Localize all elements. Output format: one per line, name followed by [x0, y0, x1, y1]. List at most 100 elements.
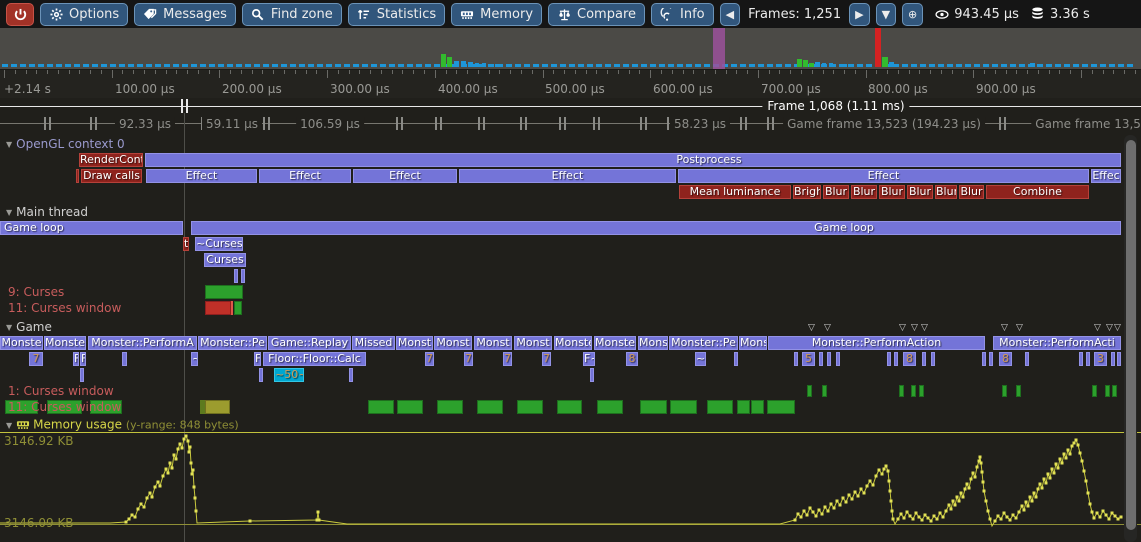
section-header-memory[interactable]: ▼Memory usage (y-range: 848 bytes) — [6, 417, 239, 431]
zone-bar[interactable]: Blur — [823, 185, 849, 199]
zone-bar[interactable]: 7 — [29, 352, 43, 366]
subframe-ruler[interactable]: 92.33 µs59.11 µs106.59 µs58.23 µsGame fr… — [0, 114, 1141, 134]
zone-bar[interactable] — [122, 352, 127, 366]
zone-bar[interactable]: Game::Replay — [268, 336, 351, 350]
statistics-button[interactable]: Statistics — [348, 3, 445, 26]
message-marker-icon[interactable]: ▽ — [1094, 324, 1101, 333]
zone-bar[interactable]: Monster::Pe — [198, 336, 267, 350]
zone-bar[interactable]: Effect — [459, 169, 676, 183]
zone-bar[interactable]: ~ — [191, 352, 198, 366]
zone-bar[interactable]: Blur — [879, 185, 905, 199]
prev-frame-button[interactable]: ◀ — [720, 3, 740, 26]
zone-bar[interactable]: F — [73, 352, 79, 366]
zone-bar[interactable] — [836, 352, 840, 366]
section-header-opengl[interactable]: ▼OpenGL context 0 — [6, 137, 125, 151]
zone-bar[interactable]: Effect — [678, 169, 1089, 183]
zone-bar[interactable]: 8 — [626, 352, 638, 366]
lock-bar[interactable] — [737, 400, 750, 414]
info-button[interactable]: Info — [651, 3, 714, 26]
lock-bar[interactable] — [368, 400, 394, 414]
zone-bar[interactable] — [349, 368, 353, 382]
zone-bar[interactable]: ~50~ — [274, 368, 304, 382]
lock-label[interactable]: 11: Curses window — [8, 301, 121, 315]
zone-bar[interactable] — [1079, 352, 1083, 366]
zone-bar[interactable]: Mons — [739, 336, 767, 350]
message-marker-icon[interactable]: ▽ — [824, 324, 831, 333]
zone-bar[interactable]: Blur — [851, 185, 877, 199]
message-marker-icon[interactable]: ▽ — [1106, 324, 1113, 333]
zone-bar[interactable]: Curses — [204, 253, 246, 267]
collapse-triangle-icon[interactable]: ▼ — [6, 421, 12, 430]
message-marker-icon[interactable]: ▽ — [921, 324, 928, 333]
scrollbar-handle[interactable] — [1126, 140, 1136, 530]
zone-bar[interactable]: 5 — [802, 352, 815, 366]
lock-bar[interactable] — [517, 400, 543, 414]
zone-bar[interactable]: F — [80, 352, 86, 366]
zone-bar[interactable]: F — [254, 352, 261, 366]
lock-label[interactable]: 1: Curses window — [8, 384, 114, 398]
collapse-triangle-icon[interactable]: ▼ — [6, 208, 12, 217]
zone-bar[interactable]: 8 — [999, 352, 1012, 366]
zone-bar[interactable]: Monst — [474, 336, 512, 350]
zone-bar[interactable] — [590, 368, 594, 382]
zone-bar[interactable]: F~ — [583, 352, 595, 366]
zone-bar[interactable]: Floor::Floor::Calc — [263, 352, 366, 366]
zone-bar[interactable]: Effect — [353, 169, 457, 183]
zone-bar[interactable] — [241, 269, 245, 283]
message-marker-icon[interactable]: ▽ — [1114, 324, 1121, 333]
zone-bar[interactable]: Monster::PerformA — [88, 336, 197, 350]
frames-overview-histogram[interactable] — [0, 28, 1141, 70]
zone-bar[interactable] — [1111, 352, 1115, 366]
lock-bar[interactable] — [670, 400, 697, 414]
lock-bar[interactable] — [477, 400, 503, 414]
zone-bar[interactable] — [827, 352, 831, 366]
zone-bar[interactable] — [931, 352, 935, 366]
zone-bar[interactable] — [887, 352, 891, 366]
message-marker-icon[interactable]: ▽ — [1001, 324, 1008, 333]
messages-button[interactable]: Messages — [134, 3, 236, 26]
lock-bar[interactable] — [205, 301, 231, 315]
message-marker-icon[interactable]: ▽ — [899, 324, 906, 333]
zone-bar[interactable]: Game loop — [191, 221, 1121, 235]
zone-bar[interactable] — [819, 352, 823, 366]
find-zone-button[interactable]: Find zone — [242, 3, 342, 26]
zone-bar[interactable]: ~ — [695, 352, 706, 366]
message-marker-icon[interactable]: ▽ — [808, 324, 815, 333]
zone-bar[interactable] — [794, 352, 798, 366]
power-button[interactable] — [6, 3, 34, 26]
zone-bar[interactable]: 7 — [425, 352, 434, 366]
lock-bar[interactable] — [397, 400, 423, 414]
zone-bar[interactable] — [1025, 352, 1029, 366]
collapse-triangle-icon[interactable]: ▼ — [6, 323, 12, 332]
lock-bar[interactable] — [822, 385, 827, 397]
lock-bar[interactable] — [919, 385, 924, 397]
lock-label[interactable]: 11: Curses window — [8, 400, 121, 414]
zone-bar[interactable] — [989, 352, 993, 366]
zone-bar[interactable] — [234, 269, 238, 283]
message-marker-icon[interactable]: ▽ — [911, 324, 918, 333]
zone-bar[interactable]: Mons — [638, 336, 668, 350]
zone-bar[interactable]: Monste — [0, 336, 43, 350]
next-frame-button[interactable]: ▶ — [849, 3, 869, 26]
collapse-triangle-icon[interactable]: ▼ — [6, 140, 12, 149]
lock-bar[interactable] — [597, 400, 623, 414]
zone-bar[interactable]: Effec — [1091, 169, 1121, 183]
zone-bar[interactable] — [259, 368, 263, 382]
lock-bar[interactable] — [807, 385, 812, 397]
zone-bar[interactable]: Monster::PerformActi — [993, 336, 1121, 350]
zone-bar[interactable] — [922, 352, 926, 366]
zone-bar[interactable]: Missed — [352, 336, 395, 350]
options-button[interactable]: Options — [40, 3, 128, 26]
section-header-main-thread[interactable]: ▼Main thread — [6, 205, 88, 219]
lock-bar[interactable] — [234, 301, 242, 315]
zone-bar[interactable]: Monst — [514, 336, 552, 350]
frame-set-dropdown-button[interactable]: ▼ — [876, 3, 896, 26]
zone-bar[interactable]: 3 — [1094, 352, 1107, 366]
zone-bar[interactable]: Mean luminance — [679, 185, 791, 199]
zone-bar[interactable]: Blur — [907, 185, 933, 199]
lock-bar[interactable] — [899, 385, 904, 397]
lock-bar[interactable] — [640, 400, 667, 414]
goto-frame-button[interactable]: ⊕ — [902, 3, 923, 26]
zone-bar[interactable]: 7 — [503, 352, 512, 366]
zone-bar[interactable]: ti — [183, 237, 189, 251]
